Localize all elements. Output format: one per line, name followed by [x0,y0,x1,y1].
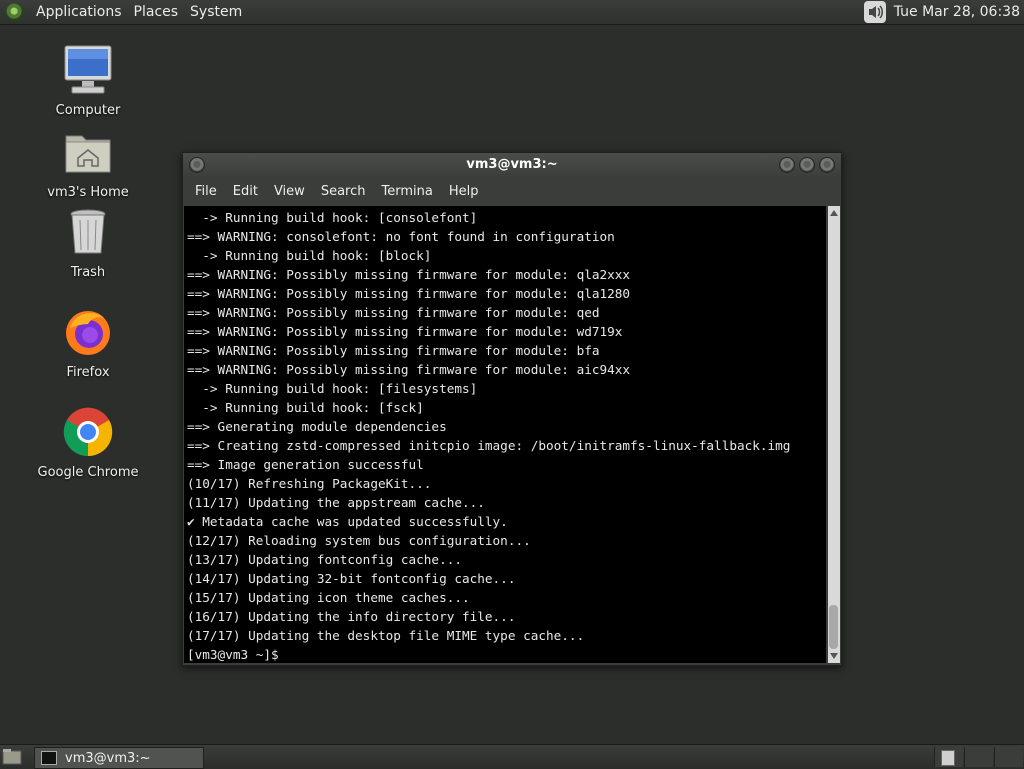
terminal-menubar: File Edit View Search Termina Help [183,177,841,205]
menu-file[interactable]: File [187,184,225,199]
panel-tray: Tue Mar 28, 06:38 [863,1,1024,23]
desktop-icon-label: vm3's Home [47,185,129,200]
menu-edit[interactable]: Edit [225,184,266,199]
show-desktop-icon[interactable] [2,748,22,766]
top-panel: Applications Places System Tue Mar 28, 0… [0,0,1024,25]
maximize-button[interactable] [799,157,815,173]
desktop-icon-chrome[interactable]: Google Chrome [33,406,143,480]
workspace-3[interactable] [994,747,1023,767]
scrollbar-thumb[interactable] [829,605,838,649]
terminal-titlebar[interactable]: vm3@vm3:~ [183,153,841,177]
desktop-icon-firefox[interactable]: Firefox [33,306,143,380]
desktop-icon-computer[interactable]: Computer [33,44,143,118]
chrome-icon [63,407,113,457]
firefox-icon [66,311,110,355]
home-folder-icon [65,135,111,173]
computer-icon [64,45,112,94]
workspace-2[interactable] [964,747,993,767]
desktop-icon-label: Computer [55,103,121,118]
desktop-icon-home[interactable]: vm3's Home [33,126,143,200]
window-title: vm3@vm3:~ [466,157,558,172]
menu-applications[interactable]: Applications [30,4,128,20]
terminal-scrollbar[interactable] [828,206,840,663]
window-thumbnail [941,750,955,766]
distro-logo-icon[interactable] [6,3,24,21]
taskbar-label: vm3@vm3:~ [65,750,151,766]
menu-terminal[interactable]: Termina [373,184,440,199]
scroll-up-arrow-icon[interactable] [830,210,838,216]
menu-search[interactable]: Search [313,184,374,199]
terminal-output[interactable]: -> Running build hook: [consolefont] ==>… [184,206,826,663]
terminal-text: -> Running build hook: [consolefont] ==>… [187,210,791,662]
desktop-icon-label: Firefox [66,365,110,380]
taskbar-terminal-button[interactable]: vm3@vm3:~ [34,747,204,769]
close-button[interactable] [819,157,835,173]
menu-places[interactable]: Places [128,4,185,20]
minimize-button[interactable] [779,157,795,173]
workspace-1[interactable] [934,747,963,767]
desktop-icon-label: Google Chrome [37,465,139,480]
menu-help[interactable]: Help [441,184,487,199]
trash-icon [70,209,106,254]
terminal-window[interactable]: vm3@vm3:~ File Edit View Search Termina … [182,152,842,666]
bottom-panel: vm3@vm3:~ [0,744,1024,769]
volume-icon[interactable] [863,1,886,23]
menu-view[interactable]: View [266,184,313,199]
menu-system[interactable]: System [184,4,248,20]
desktop-icon-label: Trash [70,265,106,280]
terminal-icon [41,751,57,765]
scroll-down-arrow-icon[interactable] [830,653,838,659]
desktop-icon-trash[interactable]: Trash [33,206,143,280]
clock[interactable]: Tue Mar 28, 06:38 [894,4,1024,20]
window-menu-button[interactable] [189,157,205,173]
